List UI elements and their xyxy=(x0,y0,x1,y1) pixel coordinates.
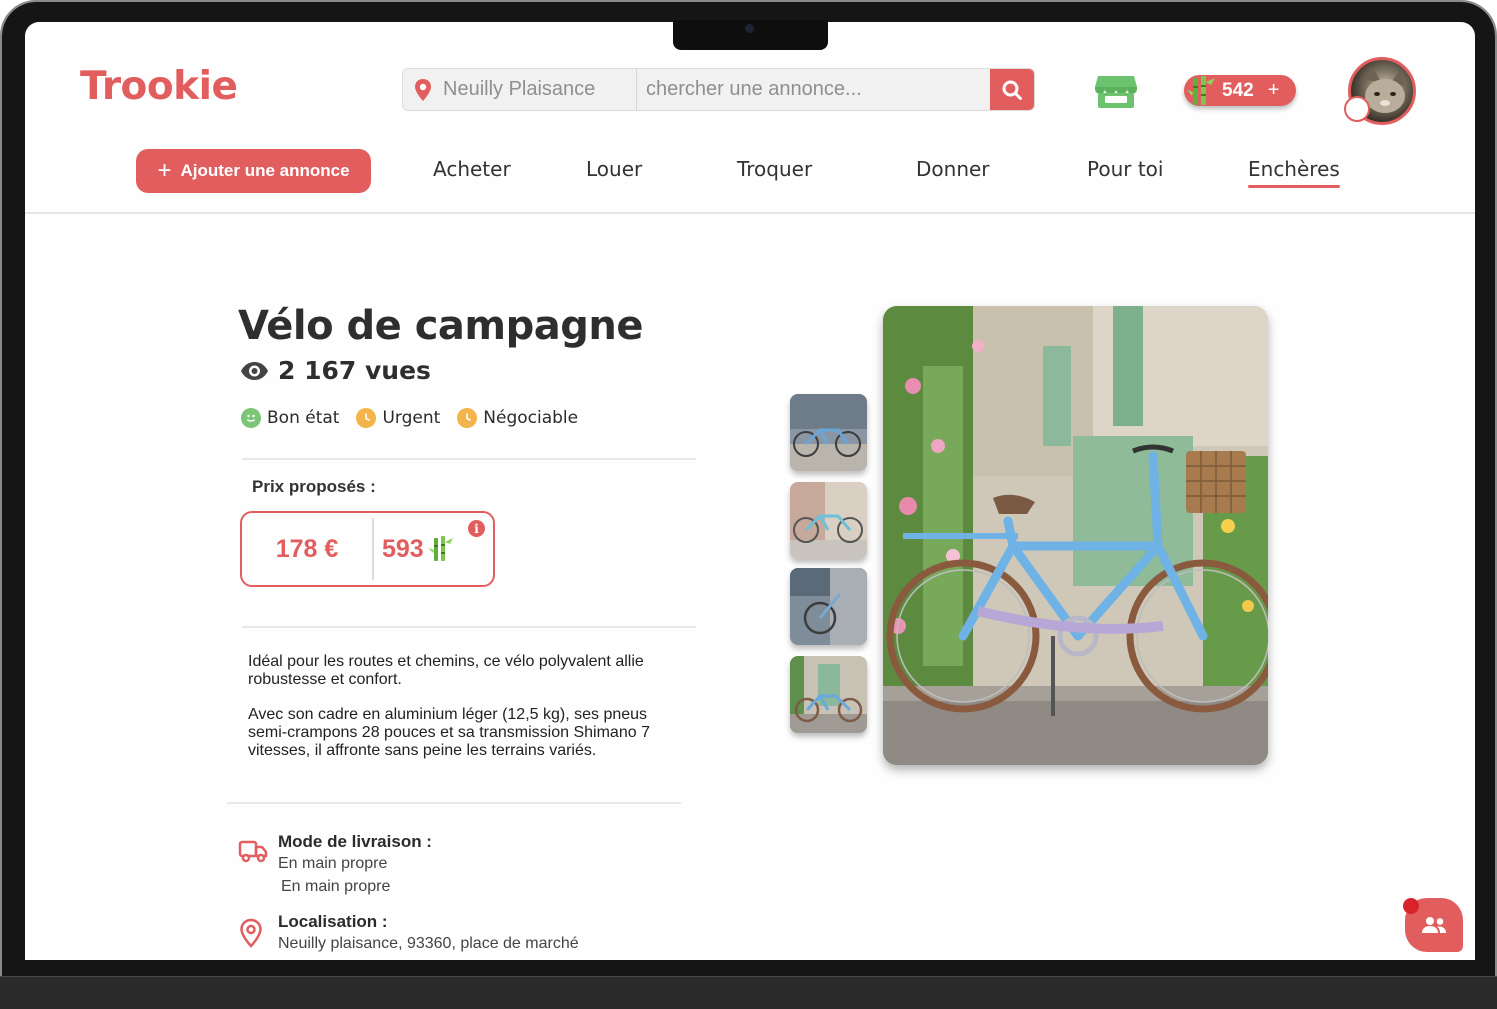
coins-add: + xyxy=(1267,79,1280,101)
delivery-row: Mode de livraison : En main propre En ma… xyxy=(238,832,579,898)
prices-label: Prix proposés : xyxy=(252,477,376,496)
nav-encheres[interactable]: Enchères xyxy=(1248,157,1340,188)
plus-icon: + xyxy=(157,157,172,184)
thumbnail-bike-photo xyxy=(790,656,867,733)
header-divider xyxy=(25,212,1475,214)
delivery-value: En main propre xyxy=(281,878,391,895)
brand-logo[interactable]: Trookie xyxy=(80,64,238,109)
thumbnail-bike-photo xyxy=(790,394,867,471)
bike-photo xyxy=(883,306,1268,765)
nav-troquer[interactable]: Troquer xyxy=(737,157,812,181)
product-title: Vélo de campagne xyxy=(238,303,643,349)
main-product-image[interactable] xyxy=(883,306,1268,765)
clock-icon xyxy=(457,408,478,428)
location-field[interactable]: Neuilly Plaisance xyxy=(403,69,637,110)
add-listing-label: Ajouter une annonce xyxy=(180,161,350,180)
tag-condition: Bon état xyxy=(241,408,339,428)
status-dot xyxy=(1344,96,1370,122)
product-description: Idéal pour les routes et chemins, ce vél… xyxy=(248,653,678,777)
app-screen: Trookie Neuilly Plaisance chercher une a… xyxy=(25,22,1475,960)
delivery-value: En main propre xyxy=(278,855,388,872)
coins-balance-button[interactable]: 542 + xyxy=(1184,75,1296,106)
tag-label: Bon état xyxy=(267,408,340,428)
divider xyxy=(227,802,681,804)
product-tags: Bon état Urgent Négociable xyxy=(241,408,595,428)
view-count: 2 167 vues xyxy=(240,356,431,385)
nav-donner[interactable]: Donner xyxy=(916,157,990,181)
notification-dot xyxy=(1403,898,1419,914)
description-paragraph: Idéal pour les routes et chemins, ce vél… xyxy=(248,653,644,688)
location-value: Neuilly Plaisance xyxy=(443,78,596,100)
thumbnail-bike-photo xyxy=(790,482,867,559)
search-bar: Neuilly Plaisance chercher une annonce..… xyxy=(402,68,1035,111)
coins-amount: 542 xyxy=(1222,79,1254,101)
gallery-thumbnail-4[interactable] xyxy=(790,656,867,733)
webcam-icon xyxy=(745,24,754,33)
thumbnail-bike-photo xyxy=(790,568,867,645)
clock-icon xyxy=(356,408,377,428)
search-input[interactable]: chercher une annonce... xyxy=(637,69,990,110)
nav-acheter[interactable]: Acheter xyxy=(433,157,511,181)
add-listing-button[interactable]: + Ajouter une annonce xyxy=(136,149,371,193)
delivery-label: Mode de livraison : xyxy=(278,832,432,851)
smiley-icon xyxy=(241,408,261,428)
location-label: Localisation : xyxy=(278,912,388,931)
tag-urgent: Urgent xyxy=(356,408,440,428)
tag-label: Urgent xyxy=(382,408,441,428)
nav-pour-toi[interactable]: Pour toi xyxy=(1087,157,1163,181)
gallery-thumbnail-3[interactable] xyxy=(790,568,867,645)
bamboo-icon xyxy=(427,536,453,561)
divider xyxy=(242,458,696,460)
laptop-base xyxy=(0,976,1497,1009)
location-value: Neuilly plaisance, 93360, place de march… xyxy=(278,935,579,952)
laptop-frame: Trookie Neuilly Plaisance chercher une a… xyxy=(0,0,1497,1009)
search-icon xyxy=(1002,80,1022,100)
bamboo-icon xyxy=(1187,75,1215,105)
truck-icon xyxy=(238,840,268,863)
camera-notch xyxy=(673,20,828,50)
tag-label: Négociable xyxy=(483,408,579,428)
search-button[interactable] xyxy=(990,69,1034,110)
description-paragraph: Avec son cadre en aluminium léger (12,5 … xyxy=(248,706,650,759)
nav-louer[interactable]: Louer xyxy=(586,157,642,181)
eye-icon xyxy=(241,361,268,380)
location-row: Localisation : Neuilly plaisance, 93360,… xyxy=(238,912,579,955)
info-icon[interactable]: i xyxy=(468,520,485,537)
price-euro: 178 € xyxy=(275,534,339,563)
search-placeholder: chercher une annonce... xyxy=(646,78,862,100)
delivery-section: Mode de livraison : En main propre En ma… xyxy=(238,832,579,955)
price-box: 178 € 593 i xyxy=(240,511,495,587)
price-points-value: 593 xyxy=(382,534,424,563)
gallery-thumbnail-2[interactable] xyxy=(790,482,867,559)
location-pin-icon xyxy=(240,918,262,948)
location-pin-icon xyxy=(415,78,431,101)
shop-icon xyxy=(1095,76,1137,108)
view-count-text: 2 167 vues xyxy=(278,356,431,385)
gallery-thumbnail-1[interactable] xyxy=(790,394,867,471)
shop-button[interactable] xyxy=(1095,74,1137,113)
tag-negotiable: Négociable xyxy=(457,408,578,428)
users-icon xyxy=(1422,917,1446,933)
divider xyxy=(242,626,696,628)
price-points: 593 xyxy=(374,535,493,564)
